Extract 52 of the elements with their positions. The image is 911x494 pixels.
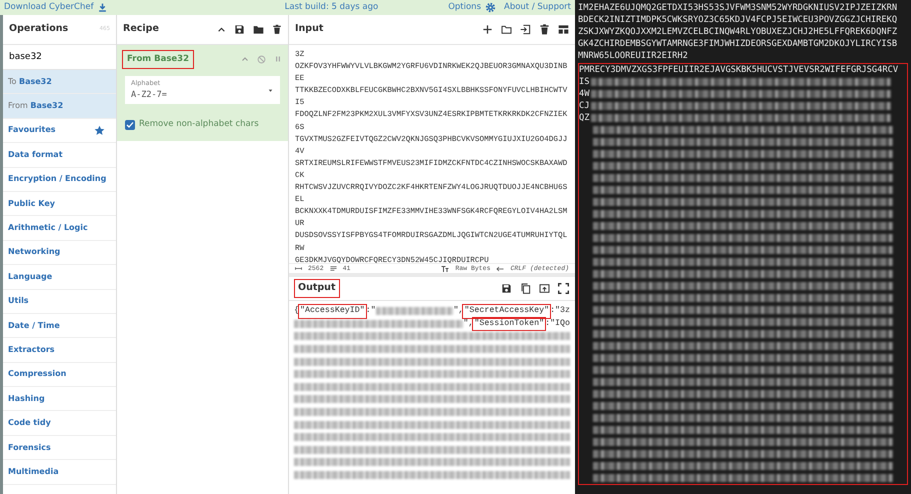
options-link[interactable]: Options <box>448 1 496 14</box>
terminal-text: 4W <box>579 88 590 100</box>
output-text: :" <box>366 305 376 317</box>
checkbox-label[interactable]: Remove non-alphabet chars <box>139 118 259 131</box>
json-key: "AccessKeyID" <box>298 305 366 318</box>
collapse-icon[interactable] <box>217 25 226 34</box>
terminal-text: IS <box>579 76 590 88</box>
lines-icon <box>330 265 337 272</box>
terminal-text-line: ZSKJXWYZKQOJXXM2LEMVZCELBCINQW4RLYOBUXEZJCHJ2HE5LFFQREK6DQNFZ <box>578 26 898 38</box>
star-icon <box>94 124 105 136</box>
fullscreen-icon[interactable] <box>558 283 569 294</box>
replace-input-icon[interactable] <box>539 283 550 294</box>
panel-title: Output <box>295 280 338 297</box>
terminal-text-line: GK4ZCHIRDEMBSGYWTAMRNGE3FIMJWHIZDEORSGEXDAMBTGM2DKOJYLIRCYISB <box>578 38 898 50</box>
panel-title: Operations <box>9 22 68 36</box>
import-icon[interactable] <box>520 24 531 35</box>
return-icon <box>496 264 504 272</box>
operation-item[interactable]: From Base32 <box>3 94 116 119</box>
operation-item[interactable]: To Base32 <box>3 70 116 94</box>
download-icon <box>98 3 107 12</box>
json-key: "SessionToken" <box>473 318 546 330</box>
terminal-text-line: IM2EHAZE6UJQMQ2GETDXI53HS53SJVFWM3SNM52WYRDGKNIUSV2IPJZEIZKRN <box>578 2 898 14</box>
add-icon[interactable] <box>482 24 493 35</box>
terminal-text-line: BDECK2INIZTIMDPK5CWKSRYOZ3C65KDJV4FCPJ5EIWCEU3POVZGGZJCHIREKQ <box>578 14 898 26</box>
checkbox[interactable] <box>125 120 135 130</box>
output-text: :"IQo <box>545 318 570 330</box>
terminal-text: QZ <box>579 112 590 124</box>
caret-icon <box>267 86 274 94</box>
copy-icon[interactable] <box>520 283 531 294</box>
text-format-icon <box>441 264 450 272</box>
terminal-text-line: PMRECY3DMVZXGS3FPFEUIIR2EJAVGSKBK5HUCVSTJVEVSR2WIFEFGRJSG4RCV <box>579 64 900 76</box>
delete-icon[interactable] <box>272 24 282 35</box>
about-link[interactable]: About / Support <box>504 1 571 14</box>
json-key: "SecretAccessKey" <box>463 305 550 318</box>
save-icon[interactable] <box>501 283 512 294</box>
folder-icon[interactable] <box>501 24 512 35</box>
output-text: :"3z <box>550 305 570 317</box>
step-title: From Base32 <box>123 51 193 68</box>
last-build-text: Last build: 5 days ago <box>284 1 378 14</box>
download-link[interactable]: Download CyberChef <box>4 1 107 14</box>
panel-title: Recipe <box>123 22 159 36</box>
length-icon <box>295 265 302 272</box>
output-text: ", <box>453 305 464 317</box>
terminal-text-line: MNRW65LOOREUIIR2EIRH2 <box>578 50 689 62</box>
folder-icon[interactable] <box>253 24 264 35</box>
save-icon[interactable] <box>234 24 245 35</box>
output-text: ", <box>463 318 474 330</box>
output-text: { <box>294 305 299 317</box>
layout-icon[interactable] <box>558 24 569 35</box>
terminal-text: CJ <box>579 100 590 112</box>
delete-icon[interactable] <box>539 24 550 35</box>
panel-title: Input <box>295 22 324 36</box>
